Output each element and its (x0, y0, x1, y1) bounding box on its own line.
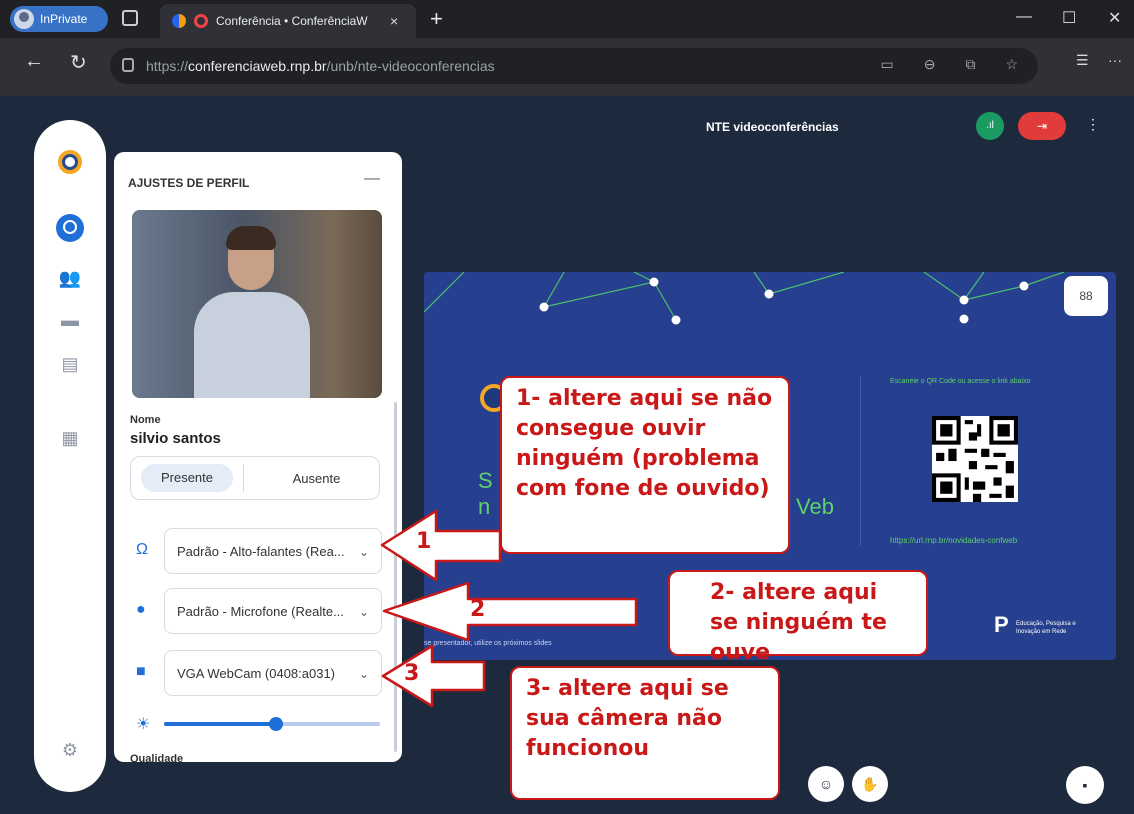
annotation-number-2: 2 (470, 597, 486, 622)
annotation-callout-3: 3- altere aqui se sua câmera não funcion… (510, 666, 780, 800)
annotation-callout-1: 1- altere aqui se não consegue ouvir nin… (500, 376, 790, 554)
annotation-number-1: 1 (416, 529, 432, 554)
annotation-number-3: 3 (404, 661, 420, 686)
annotation-callout-2: 2- altere aqui se ninguém te ouve (668, 570, 928, 665)
